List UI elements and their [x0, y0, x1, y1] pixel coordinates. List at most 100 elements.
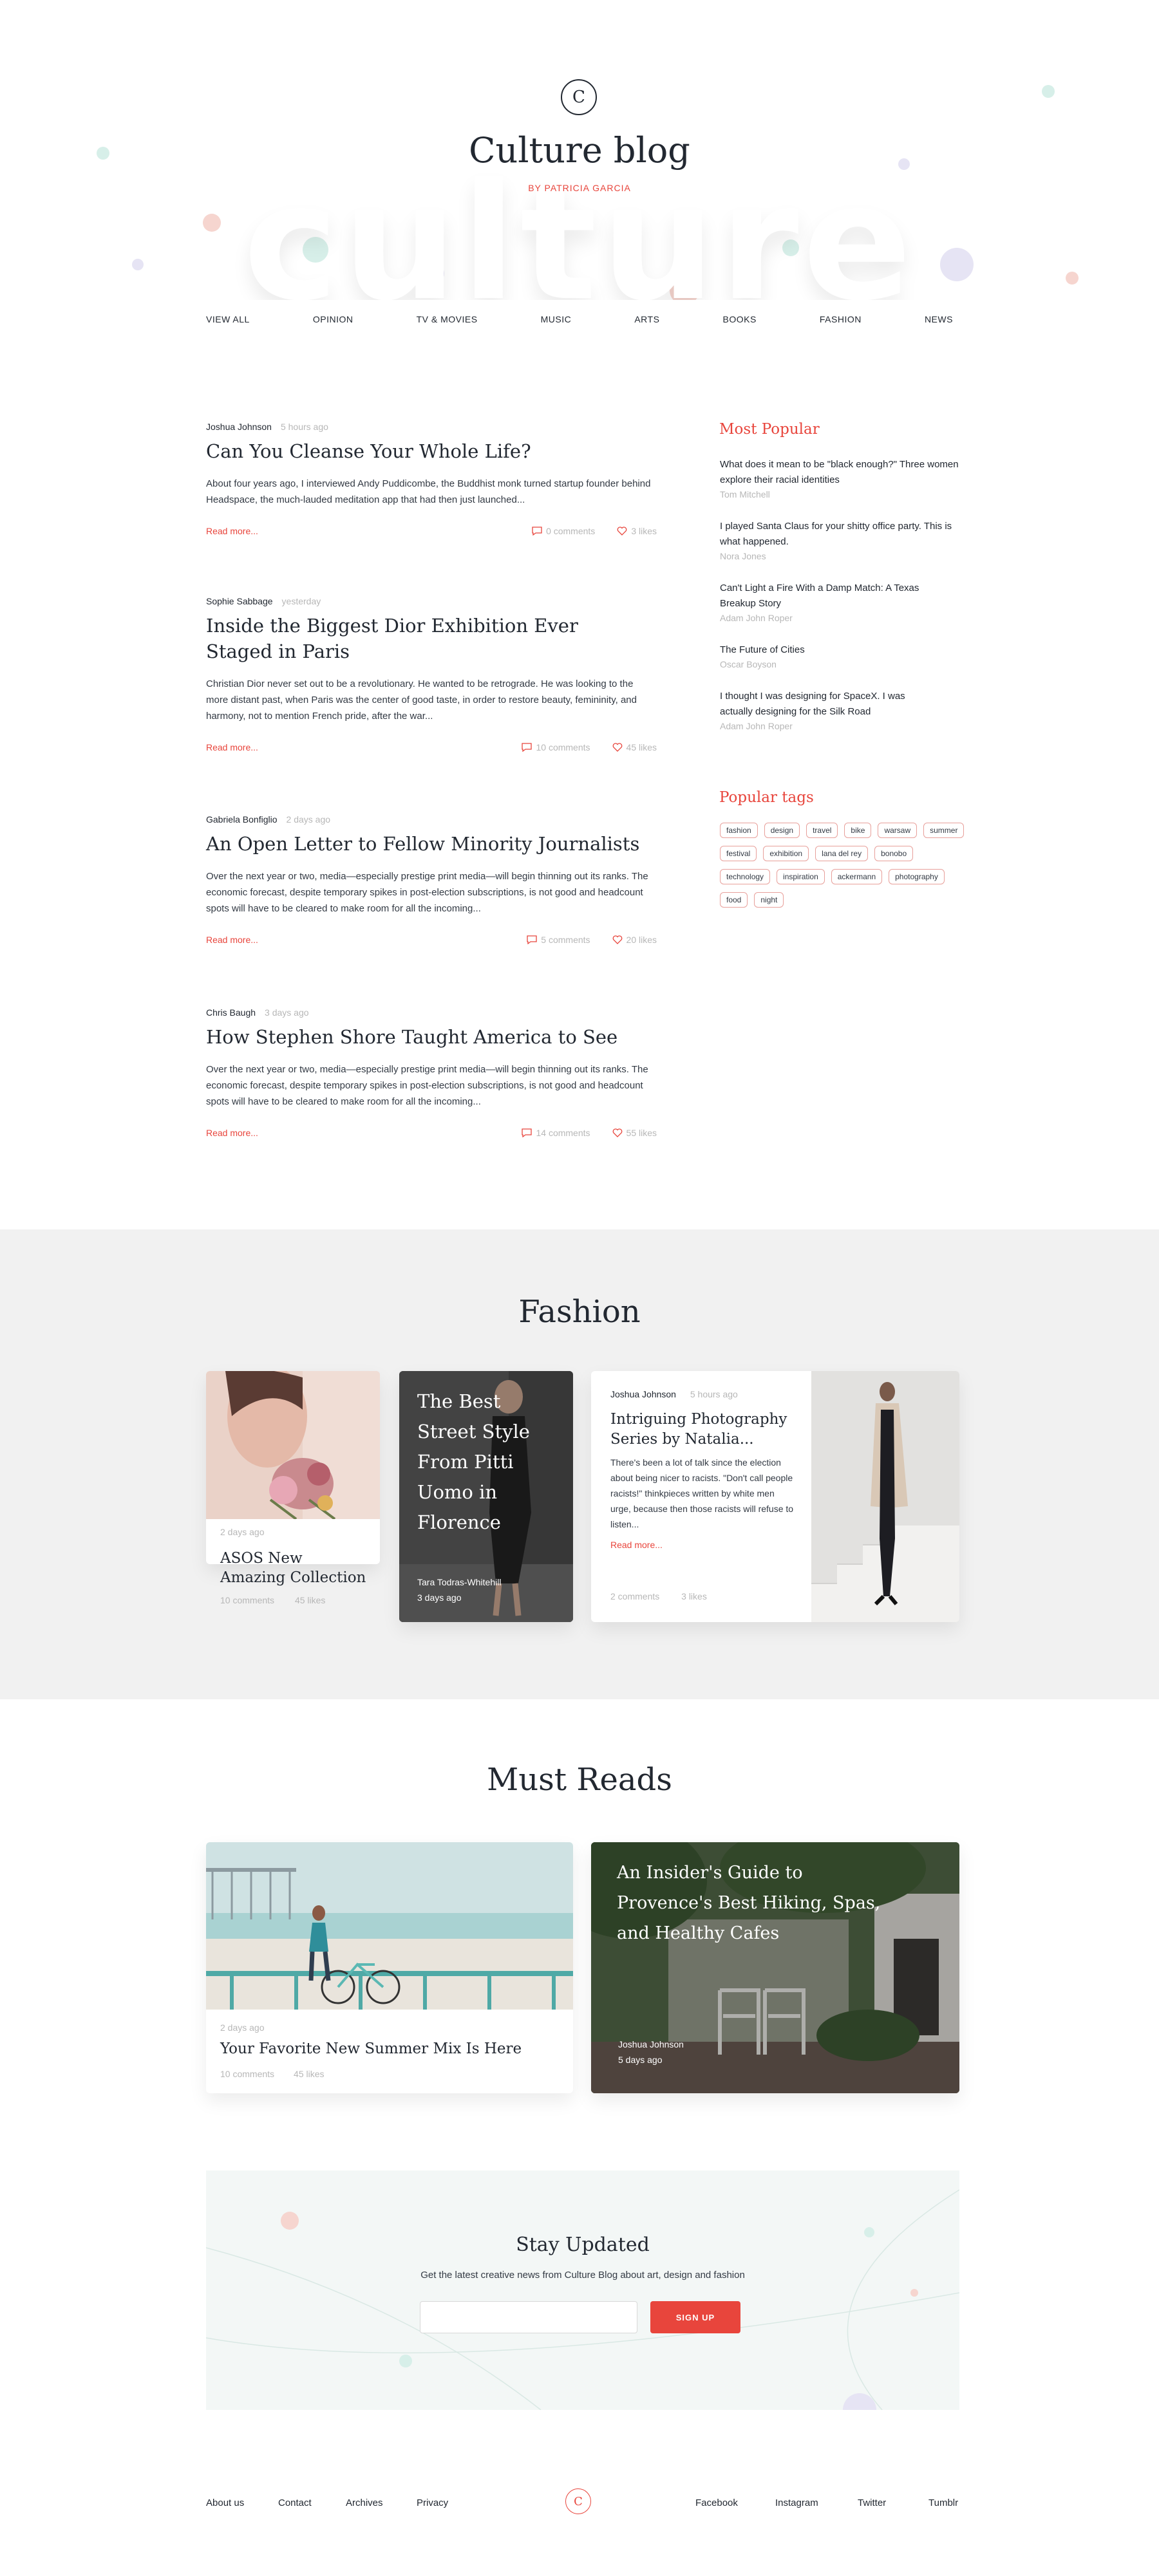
footer-logo[interactable]: C — [565, 2488, 591, 2514]
tag[interactable]: ackermann — [831, 869, 883, 884]
comments-count: 14 comments — [536, 1128, 590, 1138]
read-more-link[interactable]: Read more... — [206, 526, 258, 536]
card-title[interactable]: ASOS New Amazing Collection — [220, 1549, 368, 1587]
article-author[interactable]: Gabriela Bonfiglio — [206, 814, 278, 825]
card-title[interactable]: Intriguing Photography Series by Natalia… — [610, 1410, 797, 1450]
nav-arts[interactable]: ARTS — [634, 314, 659, 333]
popular-title[interactable]: I thought I was designing for SpaceX. I … — [720, 689, 939, 720]
nav-fashion[interactable]: FASHION — [820, 314, 862, 333]
read-more-link[interactable]: Read more... — [610, 1540, 663, 1550]
popular-item[interactable]: The Future of Cities Oscar Boyson — [720, 642, 965, 669]
card-meta: Joshua Johnson 5 hours ago — [610, 1389, 738, 1399]
tag[interactable]: inspiration — [777, 869, 825, 884]
fashion-card[interactable]: 2 days ago — [206, 1371, 380, 1564]
footer-link-archives[interactable]: Archives — [346, 2497, 383, 2508]
fashion-section: Fashion 2 days ago ASOS New Amazing Coll… — [0, 1229, 1159, 1699]
article-time: 5 hours ago — [280, 422, 328, 432]
popular-title[interactable]: Can't Light a Fire With a Damp Match: A … — [720, 581, 926, 611]
read-more-link[interactable]: Read more... — [206, 935, 258, 945]
article-card: Sophie Sabbage yesterday Inside the Bigge… — [206, 596, 657, 755]
article-excerpt: Over the next year or two, media—especia… — [206, 871, 648, 914]
tag[interactable]: festival — [720, 846, 757, 861]
comment-icon — [532, 527, 542, 536]
footer-link-contact[interactable]: Contact — [278, 2497, 312, 2508]
tag[interactable]: travel — [806, 823, 838, 838]
comments-stat[interactable]: 10 comments — [522, 742, 590, 752]
comments-count: 10 comments — [220, 1595, 275, 1605]
footer-link-instagram[interactable]: Instagram — [775, 2497, 818, 2508]
tag[interactable]: food — [720, 892, 748, 908]
comments-count: 2 comments — [610, 1591, 660, 1601]
card-title[interactable]: Your Favorite New Summer Mix Is Here — [220, 2039, 522, 2058]
comment-icon — [527, 935, 537, 944]
nav-tv-movies[interactable]: TV & MOVIES — [417, 314, 478, 333]
comments-stat[interactable]: 14 comments — [522, 1128, 590, 1138]
likes-stat[interactable]: 20 likes — [612, 935, 657, 945]
likes-count: 55 likes — [626, 1128, 657, 1138]
tag[interactable]: bike — [844, 823, 872, 838]
tag[interactable]: warsaw — [878, 823, 918, 838]
article-author[interactable]: Chris Baugh — [206, 1007, 256, 1018]
nav-news[interactable]: NEWS — [925, 314, 953, 333]
tag[interactable]: fashion — [720, 823, 758, 838]
footer-link-facebook[interactable]: Facebook — [695, 2497, 738, 2508]
card-time: 5 hours ago — [690, 1389, 738, 1399]
article-author[interactable]: Joshua Johnson — [206, 422, 272, 432]
fashion-card-wide[interactable]: Joshua Johnson 5 hours ago Intriguing Ph… — [591, 1371, 959, 1622]
read-more-link[interactable]: Read more... — [206, 742, 258, 752]
popular-author: Adam John Roper — [720, 613, 793, 623]
must-read-card[interactable]: 2 days ago Your Favorite New Summer Mix … — [206, 1842, 573, 2093]
comments-stat[interactable]: 5 comments — [527, 935, 590, 945]
popular-item[interactable]: Can't Light a Fire With a Damp Match: A … — [720, 581, 965, 623]
tag[interactable]: exhibition — [763, 846, 809, 861]
likes-count: 45 likes — [626, 742, 657, 752]
tag[interactable]: lana del rey — [815, 846, 869, 861]
tag[interactable]: design — [764, 823, 800, 838]
newsletter-decor — [206, 2189, 959, 2410]
site-title: Culture blog — [469, 130, 690, 171]
likes-stat[interactable]: 3 likes — [617, 526, 657, 536]
footer-link-tumblr[interactable]: Tumblr — [928, 2497, 958, 2508]
likes-count: 20 likes — [626, 935, 657, 945]
popular-author: Tom Mitchell — [720, 489, 770, 499]
popular-item[interactable]: What does it mean to be "black enough?" … — [720, 457, 965, 499]
footer-link-privacy[interactable]: Privacy — [417, 2497, 448, 2508]
nav-view-all[interactable]: VIEW ALL — [206, 314, 250, 333]
popular-item[interactable]: I played Santa Claus for your shitty off… — [720, 519, 965, 561]
popular-title[interactable]: I played Santa Claus for your shitty off… — [720, 519, 965, 550]
read-more-link[interactable]: Read more... — [206, 1128, 258, 1138]
site-logo[interactable]: C — [561, 79, 597, 115]
nav-music[interactable]: MUSIC — [541, 314, 572, 333]
popular-title[interactable]: What does it mean to be "black enough?" … — [720, 457, 965, 488]
article-title[interactable]: An Open Letter to Fellow Minority Journa… — [206, 831, 657, 857]
likes-stat[interactable]: 55 likes — [612, 1128, 657, 1138]
sign-up-button[interactable]: SIGN UP — [650, 2301, 740, 2333]
likes-stat[interactable]: 45 likes — [612, 742, 657, 752]
must-read-card-overlay[interactable]: An Insider's Guide to Provence's Best Hi… — [591, 1842, 959, 2093]
article-card: Gabriela Bonfiglio 2 days ago An Open Let… — [206, 814, 657, 947]
popular-item[interactable]: I thought I was designing for SpaceX. I … — [720, 689, 965, 731]
nav-books[interactable]: BOOKS — [723, 314, 757, 333]
article-author[interactable]: Sophie Sabbage — [206, 596, 273, 606]
comments-stat[interactable]: 0 comments — [532, 526, 595, 536]
popular-author: Oscar Boyson — [720, 659, 777, 669]
email-field[interactable] — [420, 2301, 637, 2333]
card-excerpt: There's been a lot of talk since the ele… — [610, 1457, 794, 1529]
footer-link-twitter[interactable]: Twitter — [858, 2497, 886, 2508]
article-title[interactable]: Can You Cleanse Your Whole Life? — [206, 438, 657, 464]
overlay-author: Joshua Johnson — [618, 2039, 684, 2049]
tag[interactable]: technology — [720, 869, 771, 884]
nav-opinion[interactable]: OPINION — [313, 314, 353, 333]
article-title[interactable]: How Stephen Shore Taught America to See — [206, 1024, 657, 1050]
footer-link-about[interactable]: About us — [206, 2497, 244, 2508]
popular-title[interactable]: The Future of Cities — [720, 642, 965, 658]
tag[interactable]: summer — [923, 823, 965, 838]
fashion-card-overlay[interactable]: The Best Street Style From Pitti Uomo in… — [399, 1371, 573, 1622]
tag[interactable]: bonobo — [874, 846, 914, 861]
article-title[interactable]: Inside the Biggest Dior Exhibition Ever … — [206, 613, 618, 664]
tag[interactable]: night — [754, 892, 784, 908]
tag[interactable]: photography — [889, 869, 945, 884]
comments-count: 5 comments — [541, 935, 590, 945]
card-author[interactable]: Joshua Johnson — [610, 1389, 676, 1399]
newsletter-subtitle: Get the latest creative news from Cultur… — [420, 2270, 745, 2281]
